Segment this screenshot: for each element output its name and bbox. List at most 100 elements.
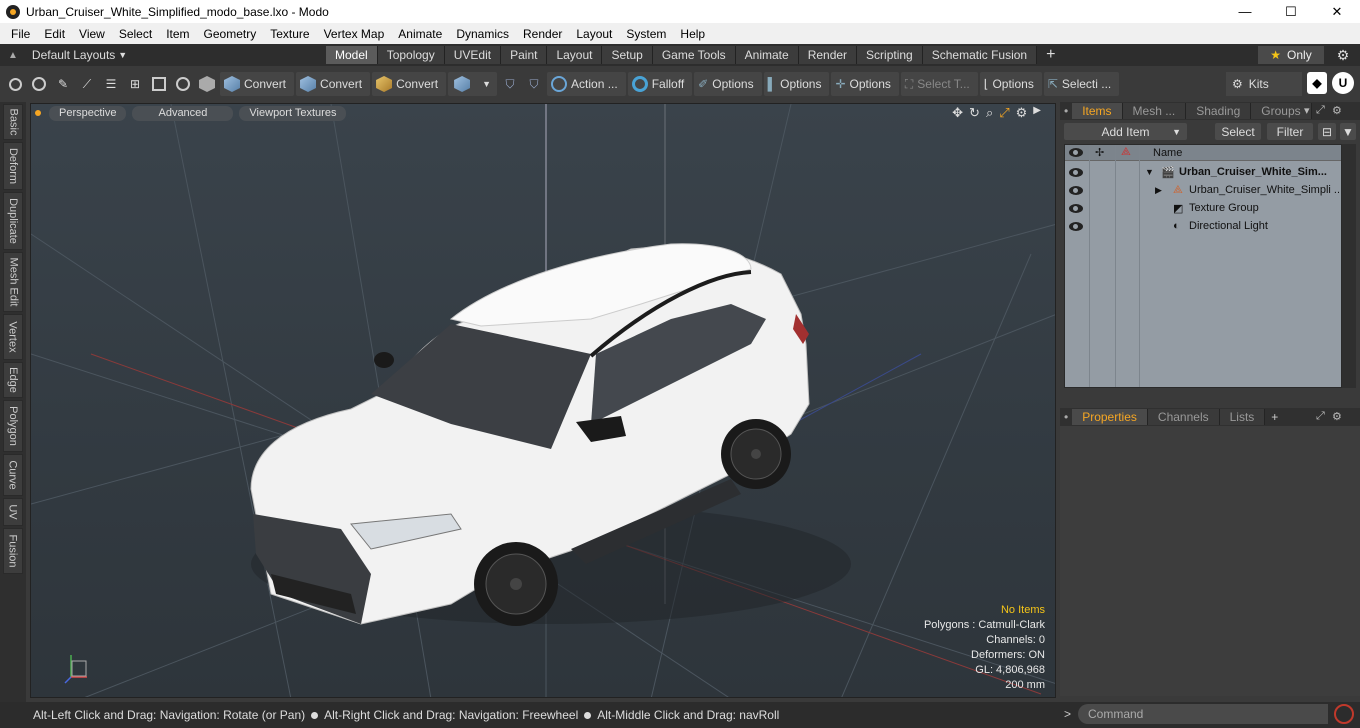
falloff-button[interactable]: Falloff	[627, 72, 693, 96]
add-panel-tab-button[interactable]: +	[1265, 409, 1284, 425]
viewport-expand-icon[interactable]: ▶	[1033, 105, 1041, 121]
list-item-scene-root[interactable]: ▼ 🎬 Urban_Cruiser_White_Sim...	[1065, 163, 1341, 181]
eye-icon[interactable]	[1069, 221, 1083, 231]
command-input[interactable]: Command	[1078, 704, 1328, 724]
gear-icon[interactable]: ⚙	[1334, 46, 1352, 64]
perspective-dropdown[interactable]: Perspective	[49, 105, 127, 121]
viewport-textures-dropdown[interactable]: Viewport Textures	[239, 105, 347, 121]
unity-icon[interactable]: ◆	[1307, 72, 1327, 94]
close-button[interactable]: ✕	[1314, 0, 1360, 23]
viewport-menu-dot-icon[interactable]	[35, 110, 41, 116]
snapping-shield-icon[interactable]: ⛉	[523, 73, 545, 95]
tab-curve[interactable]: Curve	[3, 454, 23, 496]
tab-fusion[interactable]: Fusion	[3, 528, 23, 574]
menu-animate[interactable]: Animate	[391, 27, 449, 41]
3d-viewport[interactable]: Perspective Advanced Viewport Textures ✥…	[30, 103, 1056, 698]
tab-mesh-edit[interactable]: Mesh Edit	[3, 252, 23, 312]
tab-model[interactable]: Model	[326, 46, 378, 64]
items-icon[interactable]	[148, 73, 170, 95]
menu-layout[interactable]: Layout	[569, 27, 619, 41]
tab-mesh[interactable]: Mesh ...	[1122, 103, 1187, 119]
tab-items[interactable]: Items	[1072, 103, 1123, 119]
kits-button[interactable]: ⚙ Kits	[1226, 72, 1302, 96]
list-item-mesh[interactable]: ▶ ⟁ Urban_Cruiser_White_Simpli ...	[1065, 181, 1341, 199]
tab-game-tools[interactable]: Game Tools	[652, 46, 736, 64]
tab-animate[interactable]: Animate	[735, 46, 799, 64]
minimize-button[interactable]: —	[1222, 0, 1268, 23]
tab-schematic-fusion[interactable]: Schematic Fusion	[922, 46, 1038, 64]
convert-button-2[interactable]: Convert	[296, 72, 371, 96]
tab-deform[interactable]: Deform	[3, 142, 23, 190]
filter-button[interactable]: Filter	[1267, 123, 1313, 140]
layouts-toggle-icon[interactable]: ▲	[8, 50, 18, 61]
menu-vertex-map[interactable]: Vertex Map	[317, 27, 392, 41]
tab-uvedit[interactable]: UVEdit	[444, 46, 502, 64]
menu-geometry[interactable]: Geometry	[197, 27, 264, 41]
tab-polygon[interactable]: Polygon	[3, 400, 23, 452]
name-column-header[interactable]: Name	[1153, 147, 1182, 159]
tab-scripting[interactable]: Scripting	[857, 46, 923, 64]
add-item-button[interactable]: Add Item ▼	[1064, 123, 1187, 140]
expand-arrow-icon[interactable]: ▶	[1155, 185, 1162, 196]
eye-icon[interactable]	[1069, 167, 1083, 177]
tab-edge[interactable]: Edge	[3, 362, 23, 398]
expand-arrow-icon[interactable]: ▼	[1145, 167, 1154, 177]
materials-icon[interactable]	[172, 73, 194, 95]
gear-icon[interactable]: ⚙	[1332, 410, 1342, 423]
eye-icon[interactable]	[1069, 185, 1083, 195]
polygons-icon[interactable]: ⊞	[124, 73, 146, 95]
list-item-directional-light[interactable]: ◐ Directional Light	[1065, 217, 1341, 235]
tab-paint[interactable]: Paint	[501, 46, 548, 64]
tab-shading[interactable]: Shading	[1186, 103, 1252, 119]
shaded-cube-icon[interactable]	[196, 73, 218, 95]
collapse-icon[interactable]: ⊟	[1318, 123, 1336, 140]
only-button[interactable]: ★ Only	[1258, 46, 1324, 64]
chevron-down-icon[interactable]: ▾	[1304, 104, 1310, 117]
tab-channels[interactable]: Channels	[1147, 409, 1220, 425]
convert-button-3[interactable]: Convert	[372, 72, 447, 96]
rotate-icon[interactable]: ↻	[969, 105, 980, 121]
edges-icon[interactable]: ☰	[100, 73, 122, 95]
tab-groups[interactable]: Groups	[1251, 103, 1312, 119]
menu-system[interactable]: System	[619, 27, 673, 41]
symmetry-shield-icon[interactable]: ⛉	[499, 73, 521, 95]
menu-edit[interactable]: Edit	[37, 27, 72, 41]
maximize-button[interactable]: ☐	[1268, 0, 1314, 23]
add-layout-tab-button[interactable]: +	[1037, 46, 1064, 64]
tab-duplicate[interactable]: Duplicate	[3, 192, 23, 250]
pen-tool-icon[interactable]: ✎	[52, 73, 74, 95]
zoom-icon[interactable]: ⌕	[986, 105, 993, 121]
items-scrollbar[interactable]	[1342, 144, 1356, 388]
eye-icon[interactable]	[1069, 203, 1083, 213]
menu-help[interactable]: Help	[673, 27, 712, 41]
options-button-2[interactable]: ▌ Options	[763, 72, 830, 96]
convert-button-1[interactable]: Convert	[220, 72, 295, 96]
brush-icon[interactable]: ⟋	[76, 73, 98, 95]
action-center-button[interactable]: Action ...	[547, 72, 626, 96]
expand-panel-icon[interactable]: ⤢	[1316, 104, 1325, 117]
mesh-mode-dropdown[interactable]: ▼	[448, 72, 498, 96]
menu-texture[interactable]: Texture	[263, 27, 316, 41]
menu-dynamics[interactable]: Dynamics	[449, 27, 516, 41]
tab-render[interactable]: Render	[798, 46, 858, 64]
select-vertices-icon[interactable]	[4, 73, 26, 95]
gear-icon[interactable]: ⚙	[1332, 104, 1342, 117]
record-macro-icon[interactable]	[1334, 704, 1354, 724]
default-layouts-dropdown[interactable]: ▲ Default Layouts ▼	[0, 48, 326, 62]
menu-render[interactable]: Render	[516, 27, 569, 41]
tab-properties[interactable]: Properties	[1072, 409, 1148, 425]
options-button-4[interactable]: ⌊ Options	[979, 72, 1042, 96]
select-button[interactable]: Select	[1215, 123, 1261, 140]
tab-uv[interactable]: UV	[3, 498, 23, 526]
expand-panel-icon[interactable]: ⤢	[1316, 410, 1325, 423]
select-through-button[interactable]: ⛶ Select T...	[900, 72, 978, 96]
fit-icon[interactable]: ⤢	[999, 105, 1009, 121]
tab-vertex[interactable]: Vertex	[3, 314, 23, 360]
list-item-texture-group[interactable]: ◩ Texture Group	[1065, 199, 1341, 217]
tab-basic[interactable]: Basic	[3, 104, 23, 140]
viewport-gear-icon[interactable]: ⚙	[1016, 105, 1028, 121]
pan-icon[interactable]: ✥	[952, 105, 963, 121]
advanced-dropdown[interactable]: Advanced	[132, 105, 234, 121]
funnel-filter-icon[interactable]: ▼	[1340, 123, 1356, 140]
tab-topology[interactable]: Topology	[377, 46, 445, 64]
